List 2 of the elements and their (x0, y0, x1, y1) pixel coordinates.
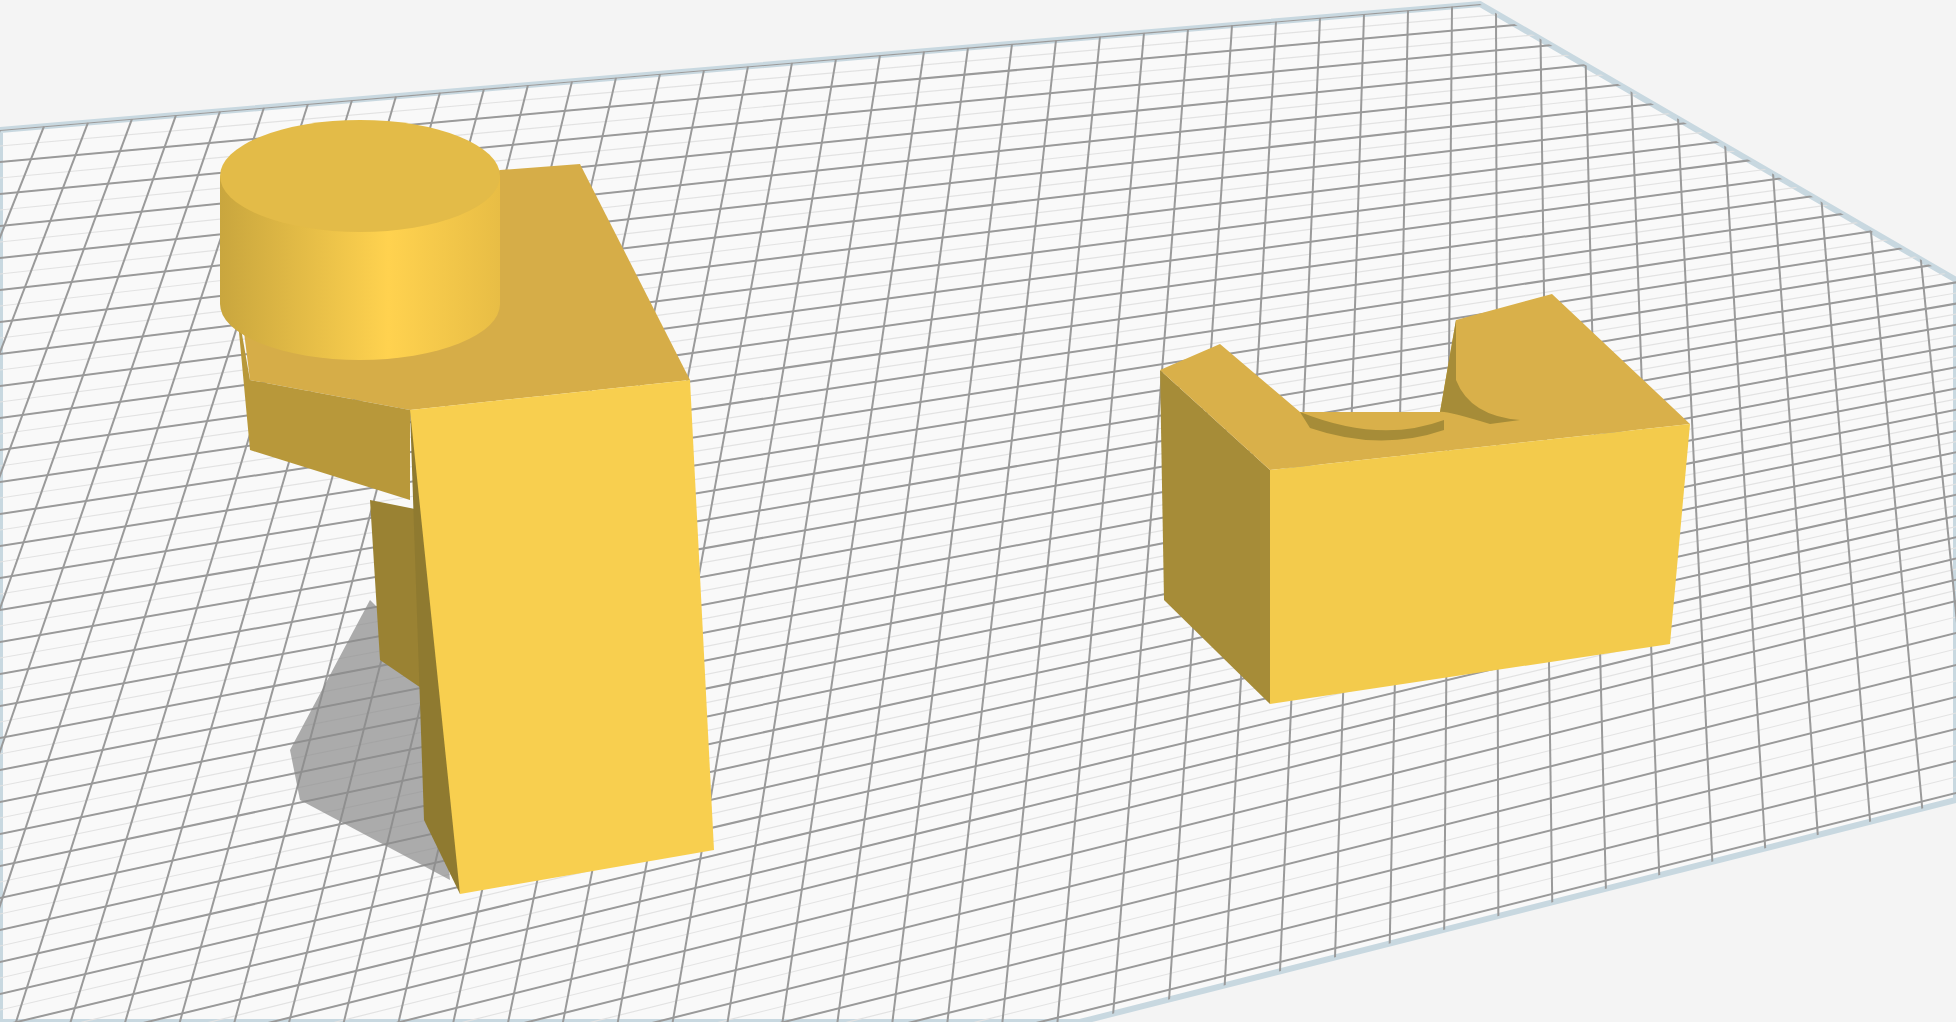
cylinder-block-model-drawing[interactable] (220, 120, 714, 894)
u-channel-block-model-drawing[interactable] (1160, 294, 1690, 704)
